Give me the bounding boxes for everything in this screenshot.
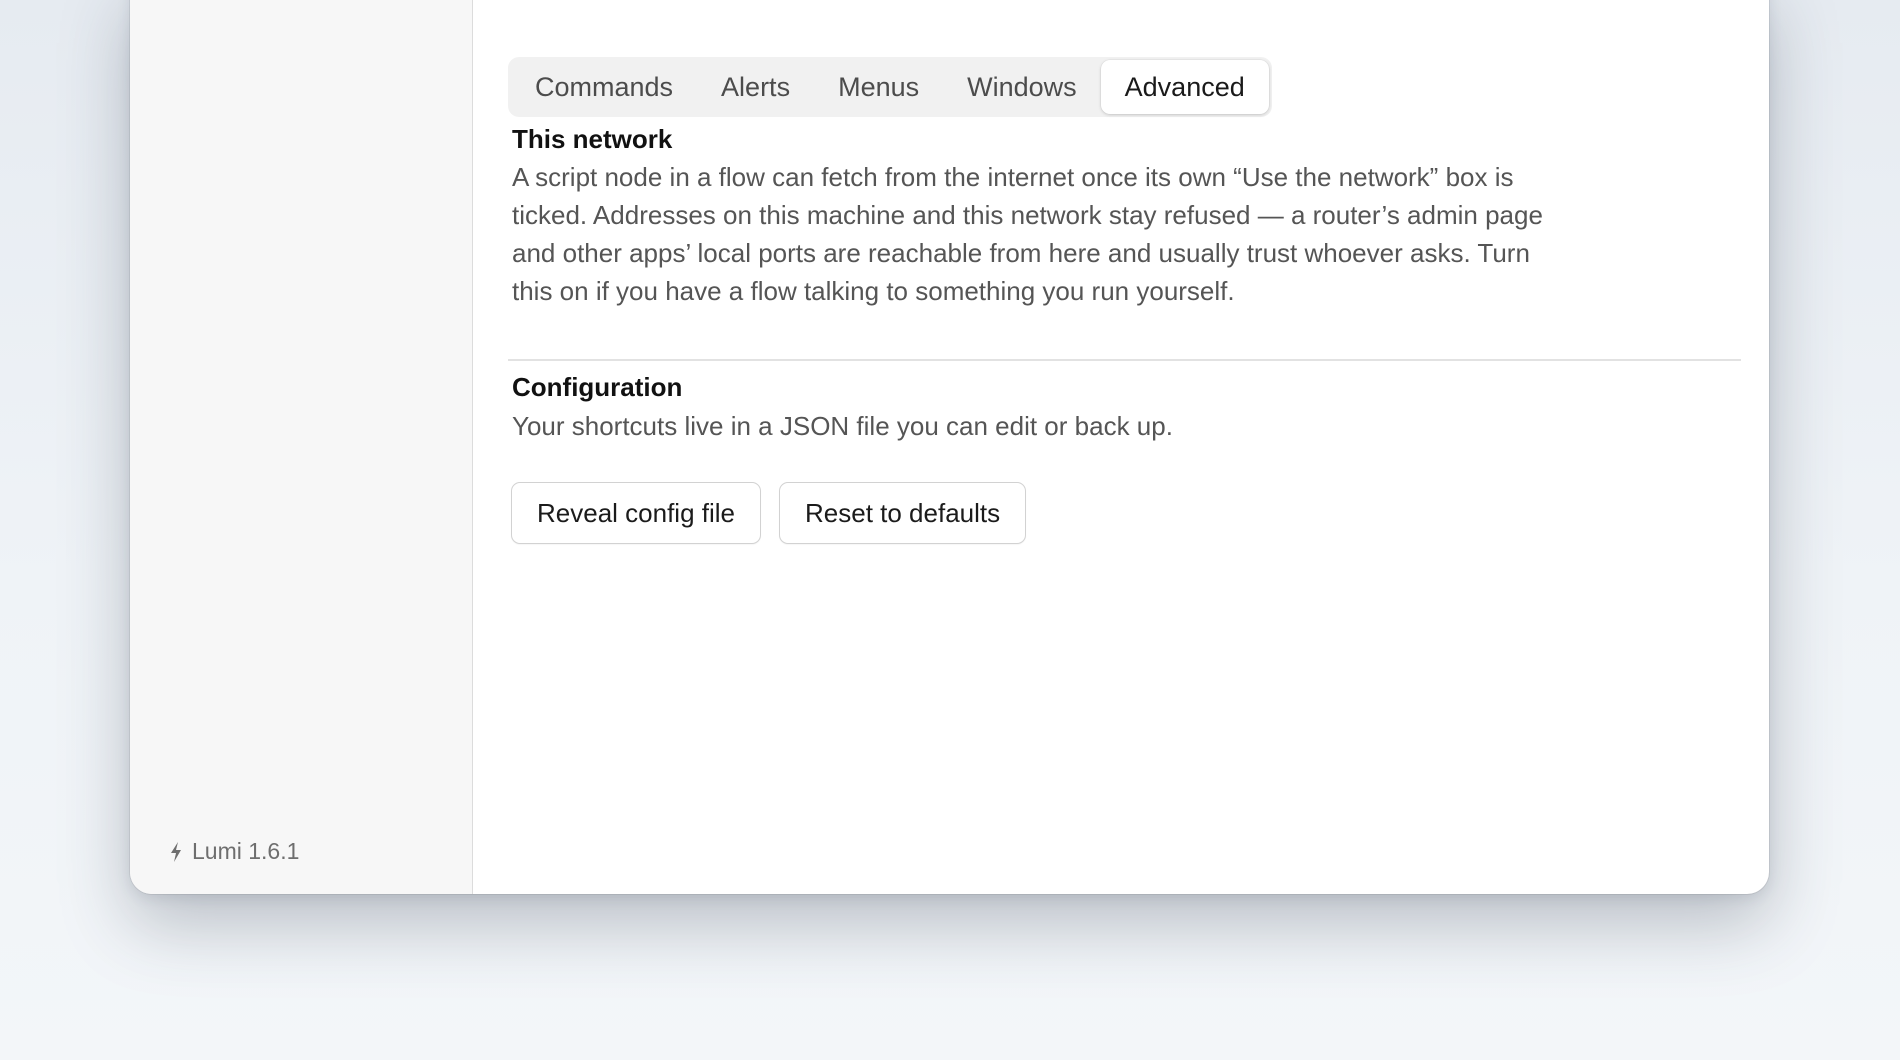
tab-commands[interactable]: Commands [511,60,697,114]
configuration-section-title: Configuration [512,372,683,402]
reset-to-defaults-button[interactable]: Reset to defaults [779,482,1027,544]
settings-window: Lumi 1.6.1 Commands Alerts Menus Windows… [130,0,1769,894]
reveal-config-file-button[interactable]: Reveal config file [511,482,761,544]
bolt-icon [168,840,184,864]
app-version: Lumi 1.6.1 [168,838,299,865]
tab-windows[interactable]: Windows [943,60,1101,114]
configuration-description: Your shortcuts live in a JSON file you c… [512,411,1173,441]
tab-menus[interactable]: Menus [814,60,943,114]
tab-alerts[interactable]: Alerts [697,60,814,114]
network-description-line: and other apps’ local ports are reachabl… [512,238,1530,268]
network-description-line: A script node in a flow can fetch from t… [512,162,1514,192]
app-version-label: Lumi 1.6.1 [192,838,300,864]
settings-content: Commands Alerts Menus Windows Advanced T… [473,0,1769,894]
sidebar: Lumi 1.6.1 [130,0,473,894]
network-description: A script node in a flow can fetch from t… [512,158,1543,310]
network-section-title: This network [512,124,673,154]
network-description-line: ticked. Addresses on this machine and th… [512,200,1543,230]
network-description-line: this on if you have a flow talking to so… [512,276,1235,306]
settings-tab-bar: Commands Alerts Menus Windows Advanced [508,57,1272,117]
section-divider [508,359,1741,361]
tab-advanced[interactable]: Advanced [1100,60,1269,114]
